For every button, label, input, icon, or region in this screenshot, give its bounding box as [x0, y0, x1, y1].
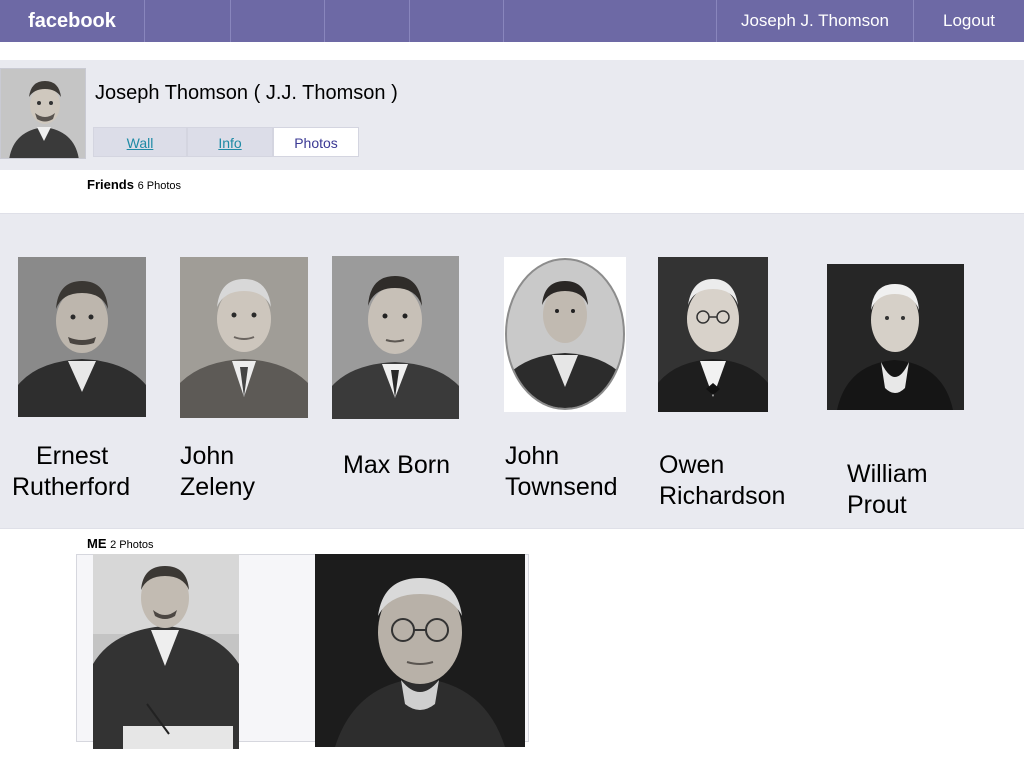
friend-name-john-townsend[interactable]: John Townsend [505, 441, 618, 503]
friend-name-line: Owen [659, 451, 725, 479]
friend-name-line: John [180, 442, 235, 470]
nav-spacer-1 [145, 0, 231, 42]
me-photo-2[interactable] [315, 554, 525, 747]
friend-name-william-prout[interactable]: William Prout [847, 459, 928, 521]
friend-name-line: Townsend [505, 473, 618, 501]
friend-photo-max-born[interactable] [332, 256, 459, 419]
friend-name-ernest-rutherford[interactable]: Ernest Rutherford [12, 441, 130, 503]
profile-header: Joseph Thomson ( J.J. Thomson ) Wall Inf… [0, 60, 1024, 170]
profile-picture[interactable] [0, 68, 86, 159]
friend-photo-ernest-rutherford[interactable] [18, 257, 146, 417]
nav-spacer-3 [325, 0, 410, 42]
friend-name-line: Max Born [343, 451, 450, 479]
friend-name-john-zeleny[interactable]: John Zeleny [180, 441, 255, 503]
friend-photo-john-zeleny[interactable] [180, 257, 308, 418]
profile-tabs: Wall Info Photos [93, 127, 359, 157]
friend-name-line: Prout [847, 491, 907, 519]
me-section-title: ME [87, 536, 107, 551]
friend-photo-william-prout[interactable] [827, 264, 964, 410]
me-photo-count: 2 Photos [110, 539, 154, 551]
tab-wall[interactable]: Wall [93, 127, 187, 157]
facebook-logo-link[interactable]: facebook [0, 0, 145, 42]
friends-section-heading: Friends 6 Photos [87, 177, 181, 192]
tab-photos[interactable]: Photos [273, 127, 359, 157]
nav-spacer-2 [231, 0, 325, 42]
friend-name-line: Rutherford [12, 473, 131, 501]
friend-name-line: William [847, 460, 928, 488]
friend-photo-john-townsend[interactable] [504, 257, 626, 412]
nav-spacer-4 [410, 0, 504, 42]
friends-section-title: Friends [87, 177, 134, 192]
me-section-heading: ME 2 Photos [87, 536, 154, 551]
profile-name: Joseph Thomson ( J.J. Thomson ) [95, 82, 398, 104]
top-navigation-bar: facebook Joseph J. Thomson Logout [0, 0, 1024, 42]
logout-link[interactable]: Logout [914, 0, 1024, 42]
friend-name-line: Richardson [659, 482, 786, 510]
tab-info[interactable]: Info [187, 127, 273, 157]
me-photo-1[interactable] [93, 554, 239, 749]
friend-name-owen-richardson[interactable]: Owen Richardson [659, 450, 785, 512]
current-user-link[interactable]: Joseph J. Thomson [716, 0, 914, 42]
friend-name-line: Zeleny [180, 473, 256, 501]
friends-photo-count: 6 Photos [137, 180, 182, 192]
friend-photo-owen-richardson[interactable] [658, 257, 768, 412]
friend-name-line: John [505, 442, 560, 470]
friend-name-line: Ernest [36, 442, 109, 470]
friend-name-max-born[interactable]: Max Born [343, 450, 450, 481]
